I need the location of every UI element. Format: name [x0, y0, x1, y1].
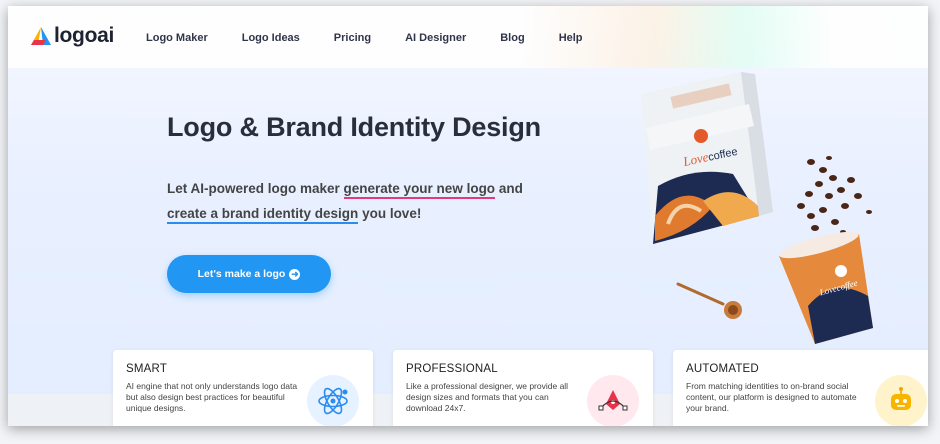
feature-card-professional: PROFESSIONAL Like a professional designe…	[393, 350, 653, 426]
make-logo-button[interactable]: Let's make a logo ➜	[167, 255, 331, 293]
atom-icon	[307, 375, 359, 426]
brand-identity-link[interactable]: create a brand identity design	[167, 206, 359, 224]
feature-text: Like a professional designer, we provide…	[406, 381, 569, 413]
nav-logo-maker[interactable]: Logo Maker	[146, 32, 208, 44]
nav-help[interactable]: Help	[559, 32, 583, 44]
feature-title: AUTOMATED	[686, 363, 759, 375]
coffee-beans-image	[797, 156, 872, 234]
logoai-logo[interactable]: logoai	[30, 24, 114, 48]
main-nav: Logo Maker Logo Ideas Pricing AI Designe…	[146, 32, 583, 44]
hero-subtitle: Let AI-powered logo maker generate your …	[167, 176, 587, 226]
hero-subtitle-text: you love!	[358, 206, 422, 221]
nav-blog[interactable]: Blog	[500, 32, 524, 44]
hero-subtitle-text: Let AI-powered logo maker	[167, 181, 344, 196]
feature-text: AI engine that not only understands logo…	[126, 381, 298, 413]
feature-title: PROFESSIONAL	[406, 363, 498, 375]
logo-text: logoai	[54, 24, 115, 47]
header: logoai Logo Maker Logo Ideas Pricing AI …	[8, 6, 928, 68]
nav-ai-designer[interactable]: AI Designer	[405, 32, 466, 44]
feature-text: From matching identities to on-brand soc…	[686, 381, 857, 413]
feature-cards: SMART AI engine that not only understand…	[8, 350, 928, 426]
pen-tool-icon	[587, 375, 639, 426]
make-logo-button-label: Let's make a logo	[197, 268, 286, 280]
generate-logo-link[interactable]: generate your new logo	[343, 181, 496, 199]
feature-card-automated: AUTOMATED From matching identities to on…	[673, 350, 928, 426]
hero-title: Logo & Brand Identity Design	[167, 112, 541, 142]
hero-subtitle-text: and	[495, 181, 523, 196]
robot-icon	[875, 375, 927, 426]
browser-page: logoai Logo Maker Logo Ideas Pricing AI …	[8, 6, 928, 426]
arrow-right-circle-icon: ➜	[289, 268, 301, 280]
logoai-logo-icon	[31, 27, 51, 45]
nav-pricing[interactable]: Pricing	[334, 32, 371, 44]
coffee-branding-illustration: Lovecoffee Lovecoffee	[641, 72, 873, 344]
coffee-spoon-image	[676, 282, 742, 319]
nav-logo-ideas[interactable]: Logo Ideas	[242, 32, 300, 44]
feature-card-smart: SMART AI engine that not only understand…	[113, 350, 373, 426]
feature-title: SMART	[126, 363, 168, 375]
